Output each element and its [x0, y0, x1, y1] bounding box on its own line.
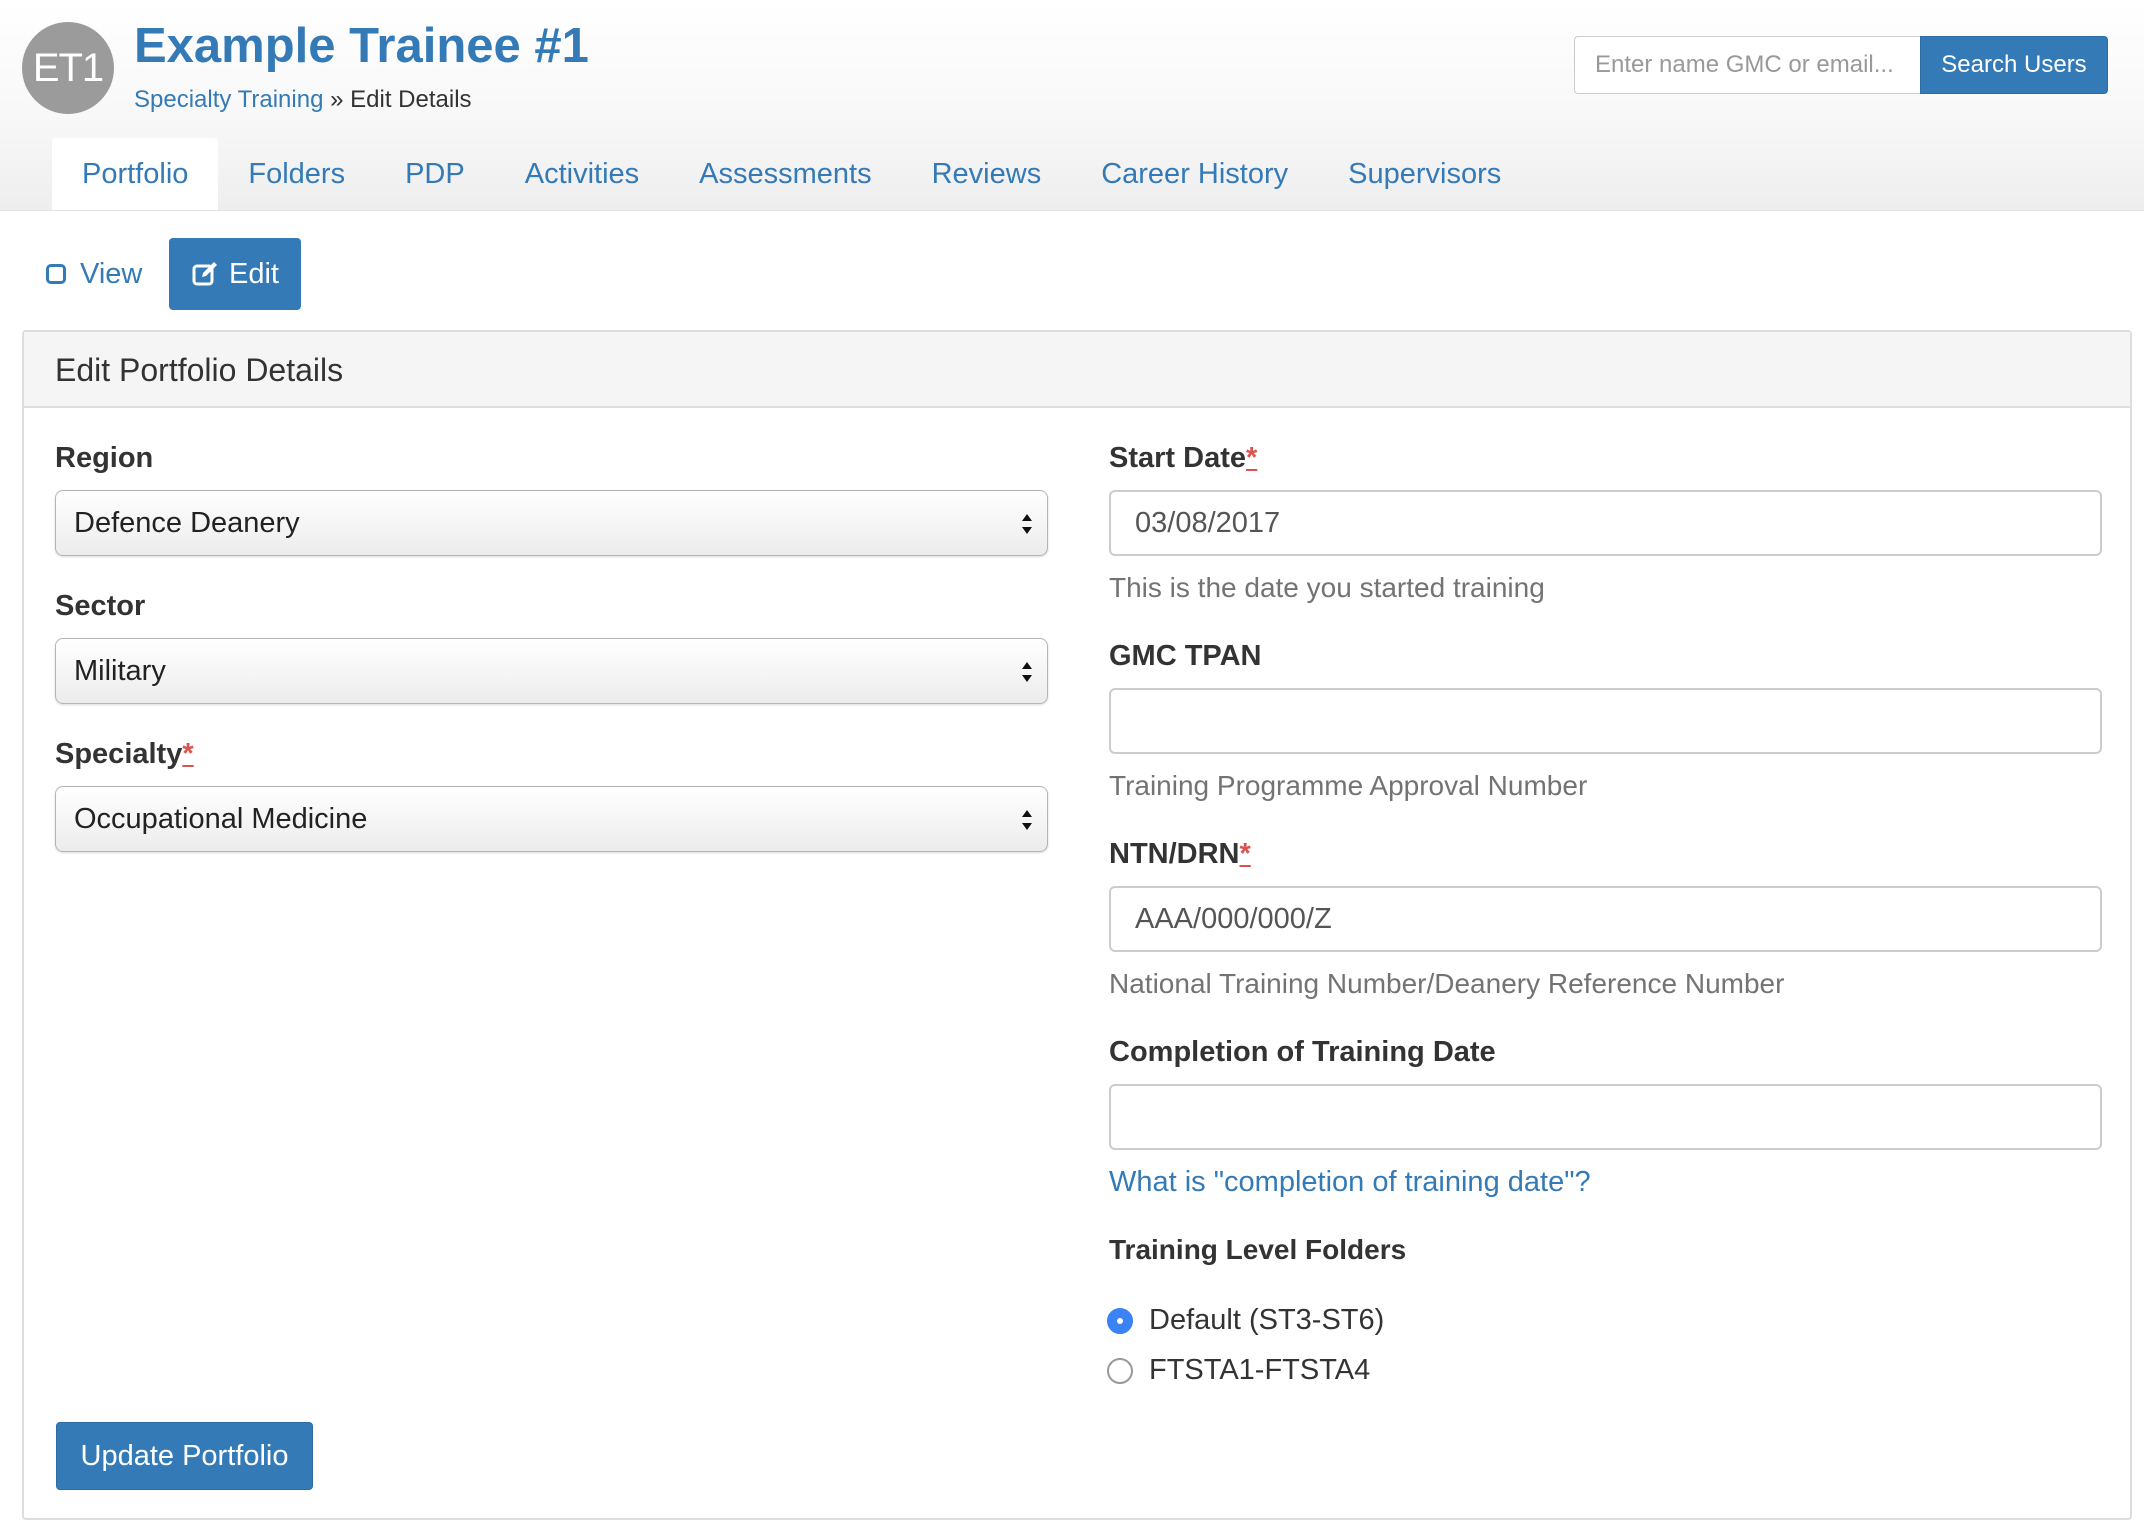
completion-date-input[interactable] [1109, 1084, 2102, 1150]
region-select-value: Defence Deanery [74, 506, 300, 539]
view-button[interactable]: View [46, 238, 142, 310]
gmc-tpan-help: Training Programme Approval Number [1109, 770, 1588, 801]
radio-button-checked[interactable] [1107, 1307, 1133, 1334]
edit-label: Edit [229, 257, 279, 290]
breadcrumb-separator: » [330, 86, 344, 113]
breadcrumb: Specialty Training » Edit Details [134, 86, 472, 114]
panel-heading: Edit Portfolio Details [24, 332, 2130, 408]
specialty-label-text: Specialty [55, 738, 183, 770]
sector-select[interactable]: Military [55, 638, 1048, 704]
required-marker: * [1239, 838, 1251, 870]
gmc-tpan-input[interactable] [1109, 688, 2102, 754]
edit-portfolio-panel: Edit Portfolio Details Region Defence De… [22, 330, 2132, 1520]
tab-career-history[interactable]: Career History [1071, 138, 1318, 210]
radio-option-default[interactable]: Default (ST3-ST6) [1107, 1304, 1384, 1337]
region-select[interactable]: Defence Deanery [55, 490, 1048, 556]
select-arrows-icon [1022, 662, 1032, 682]
edit-button[interactable]: Edit [169, 238, 301, 310]
tab-portfolio[interactable]: Portfolio [52, 138, 219, 210]
ntn-drn-input[interactable]: AAA/000/000/Z [1109, 886, 2102, 952]
search-users-button[interactable]: Search Users [1920, 36, 2108, 94]
view-label: View [80, 257, 143, 290]
search-input[interactable] [1574, 36, 1921, 94]
breadcrumb-link-specialty-training[interactable]: Specialty Training [134, 86, 323, 113]
tab-supervisors[interactable]: Supervisors [1318, 138, 1531, 210]
page-header: ET1 Example Trainee #1 Specialty Trainin… [0, 0, 2144, 211]
tab-folders[interactable]: Folders [218, 138, 375, 210]
start-date-input[interactable]: 03/08/2017 [1109, 490, 2102, 556]
required-marker: * [182, 738, 194, 770]
sector-select-value: Military [74, 654, 166, 687]
radio-button[interactable] [1107, 1357, 1133, 1384]
start-date-help: This is the date you started training [1109, 572, 1545, 603]
ntn-drn-label-text: NTN/DRN [1109, 838, 1240, 870]
select-arrows-icon [1022, 514, 1032, 534]
start-date-label: Start Date* [1109, 442, 1257, 475]
ntn-drn-help: National Training Number/Deanery Referen… [1109, 968, 1785, 999]
panel-title: Edit Portfolio Details [55, 352, 344, 388]
completion-date-help-link[interactable]: What is "completion of training date"? [1109, 1166, 1591, 1199]
gmc-tpan-label: GMC TPAN [1109, 640, 1262, 672]
avatar-initials: ET1 [32, 45, 104, 90]
tab-assessments[interactable]: Assessments [669, 138, 901, 210]
specialty-select[interactable]: Occupational Medicine [55, 786, 1048, 852]
training-level-folders-label: Training Level Folders [1109, 1234, 1407, 1265]
update-portfolio-button[interactable]: Update Portfolio [56, 1422, 313, 1490]
radio-option-ftsta[interactable]: FTSTA1-FTSTA4 [1107, 1354, 1370, 1387]
region-label: Region [55, 442, 154, 474]
page-title: Example Trainee #1 [134, 19, 589, 73]
ntn-drn-label: NTN/DRN* [1109, 838, 1251, 871]
radio-label: Default (ST3-ST6) [1149, 1304, 1385, 1336]
edit-icon [192, 262, 217, 286]
select-arrows-icon [1022, 810, 1032, 830]
completion-date-label: Completion of Training Date [1109, 1036, 1496, 1068]
tab-pdp[interactable]: PDP [375, 138, 495, 210]
tab-reviews[interactable]: Reviews [902, 138, 1072, 210]
nav-tabs: Portfolio Folders PDP Activities Assessm… [52, 138, 1531, 210]
start-date-label-text: Start Date [1109, 442, 1246, 474]
required-marker: * [1246, 442, 1258, 474]
tab-activities[interactable]: Activities [495, 138, 669, 210]
radio-label: FTSTA1-FTSTA4 [1149, 1354, 1371, 1386]
avatar: ET1 [22, 22, 114, 114]
specialty-label: Specialty* [55, 738, 194, 771]
square-icon [46, 264, 66, 284]
breadcrumb-current: Edit Details [350, 86, 472, 113]
specialty-select-value: Occupational Medicine [74, 802, 368, 835]
sector-label: Sector [55, 590, 146, 622]
